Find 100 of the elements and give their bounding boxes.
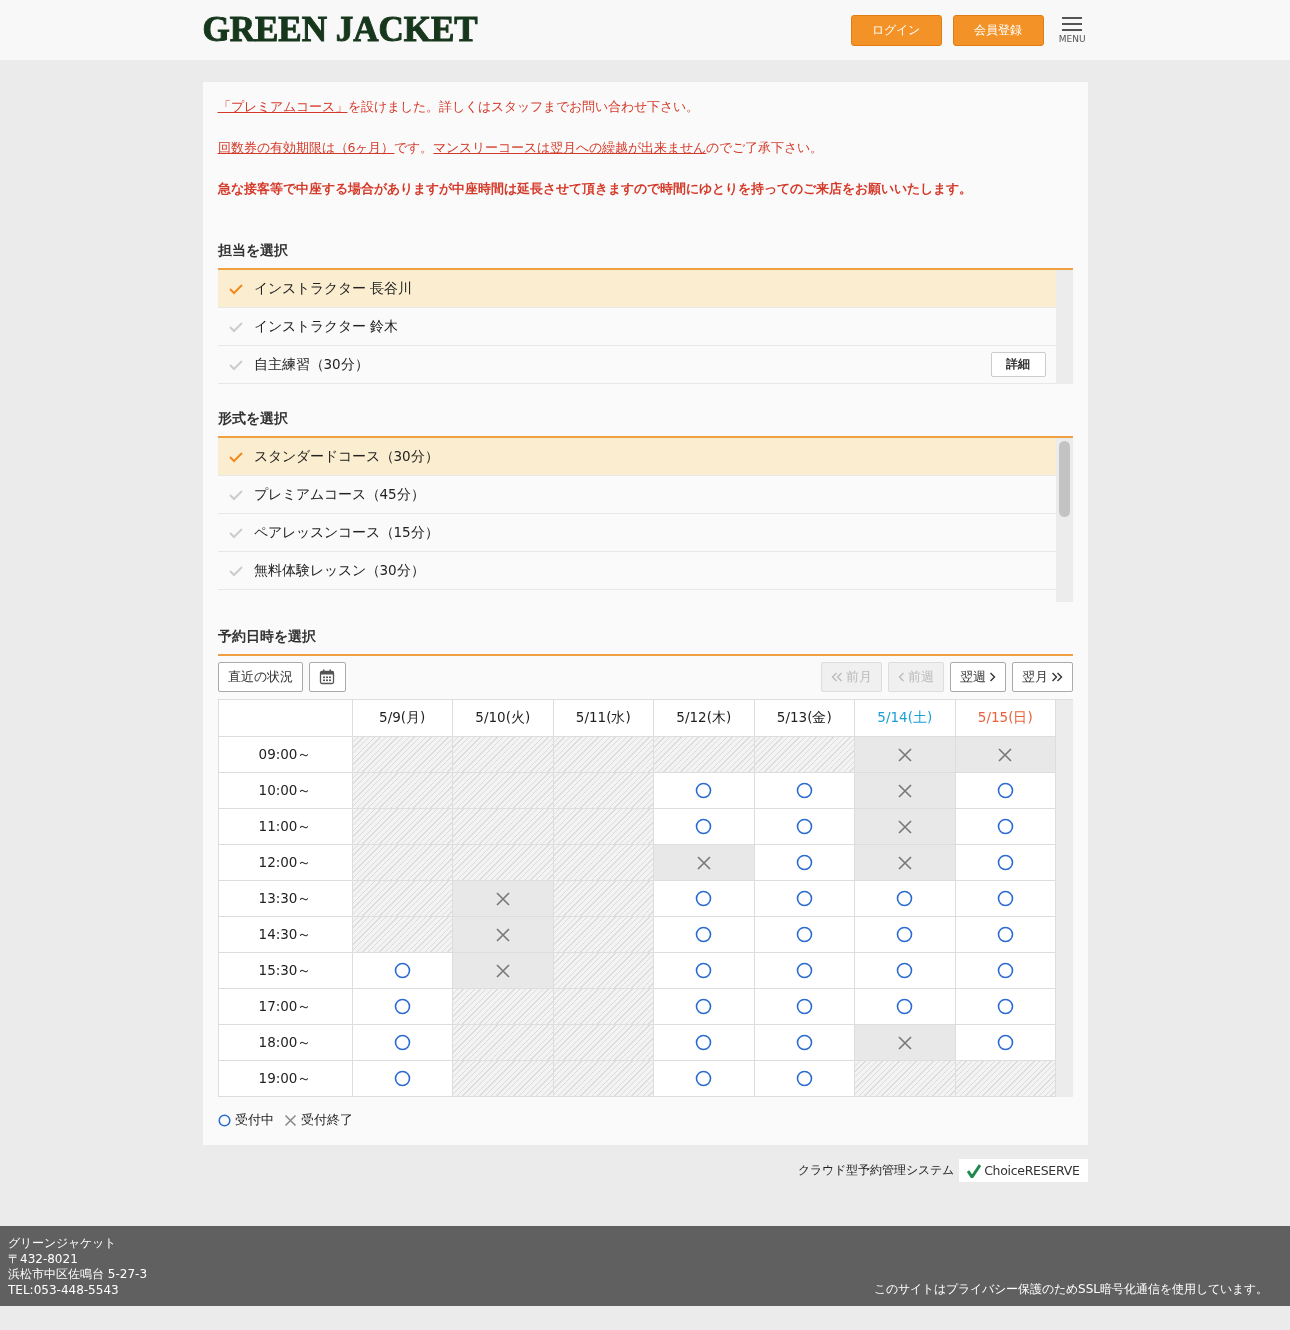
staff-option[interactable]: 自主練習（30分） 詳細 [217, 346, 1056, 384]
course-option[interactable]: 無料体験レッスン（30分） [217, 552, 1056, 590]
available-slot[interactable] [754, 953, 855, 989]
circle-icon [695, 962, 713, 979]
available-slot[interactable] [352, 1061, 453, 1097]
cross-icon [997, 746, 1014, 763]
available-slot[interactable] [955, 989, 1056, 1025]
available-slot[interactable] [955, 773, 1056, 809]
scrollbar[interactable] [1055, 270, 1073, 384]
available-slot[interactable] [855, 953, 956, 989]
available-slot[interactable] [654, 881, 755, 917]
available-slot[interactable] [955, 809, 1056, 845]
circle-icon [795, 926, 813, 943]
notice-link[interactable]: 「プレミアムコース」 [217, 99, 348, 114]
day-header: 5/11(水) [553, 700, 654, 737]
check-icon [227, 320, 244, 333]
available-slot[interactable] [654, 953, 755, 989]
chevron-right-icon [1050, 672, 1063, 682]
notice-link[interactable]: 回数券の有効期限は（6ヶ月） [217, 140, 395, 155]
available-slot[interactable] [654, 917, 755, 953]
detail-button[interactable]: 詳細 [990, 352, 1046, 377]
address-line: グリーンジャケット [8, 1236, 117, 1252]
time-cell: 12:00～ [218, 845, 353, 881]
circle-icon [795, 998, 813, 1015]
available-slot[interactable] [754, 773, 855, 809]
course-option[interactable]: スタンダードコース（30分） [217, 438, 1056, 476]
available-slot[interactable] [654, 809, 755, 845]
available-slot[interactable] [855, 989, 956, 1025]
available-slot[interactable] [754, 1061, 855, 1097]
address-line: 〒432-8021 [8, 1251, 79, 1267]
powered-label: クラウド型予約管理システム [798, 1162, 955, 1179]
check-icon [227, 450, 244, 463]
available-slot[interactable] [955, 881, 1056, 917]
available-slot[interactable] [955, 917, 1056, 953]
circle-icon [896, 926, 914, 943]
available-slot[interactable] [754, 845, 855, 881]
notice-text: 「プレミアムコース」を設けました。詳しくはスタッフまでお問い合わせ下さい。 [217, 98, 700, 116]
menu-button[interactable]: MENU [1054, 16, 1088, 44]
available-slot[interactable] [955, 845, 1056, 881]
notice-link[interactable]: マンスリーコースは翌月への繰越が出来ません [433, 140, 707, 155]
cross-icon [283, 1113, 297, 1127]
available-slot[interactable] [654, 1025, 755, 1061]
address-line: 浜松市中区佐鳴台 5-27-3 [8, 1267, 147, 1283]
brand-logo[interactable]: ChoiceRESERVE [959, 1159, 1088, 1182]
circle-icon [795, 782, 813, 799]
time-cell: 15:30～ [218, 953, 353, 989]
available-slot[interactable] [754, 881, 855, 917]
day-header: 5/10(火) [453, 700, 554, 737]
course-option[interactable]: プレミアムコース（45分） [217, 476, 1056, 514]
available-slot[interactable] [754, 989, 855, 1025]
day-header: 5/15(日) [955, 700, 1056, 737]
circle-icon [695, 782, 713, 799]
circle-icon [795, 818, 813, 835]
available-slot[interactable] [754, 1025, 855, 1061]
circle-icon [996, 818, 1014, 835]
available-slot[interactable] [352, 953, 453, 989]
circle-icon [393, 1070, 411, 1087]
circle-icon [393, 1034, 411, 1051]
circle-icon [695, 1034, 713, 1051]
recent-button[interactable]: 直近の状況 [217, 662, 303, 692]
nav-button[interactable]: 翌月 [1011, 662, 1073, 692]
circle-icon [393, 962, 411, 979]
logo[interactable]: GREEN JACKET [202, 10, 478, 50]
legend-label: 受付終了 [300, 1111, 353, 1129]
circle-icon [996, 854, 1014, 871]
circle-icon [996, 782, 1014, 799]
circle-icon [996, 998, 1014, 1015]
scrollbar[interactable] [1055, 438, 1073, 602]
available-slot[interactable] [654, 1061, 755, 1097]
nav-button[interactable]: 翌週 [949, 662, 1006, 692]
section-title: 予約日時を選択 [217, 628, 1073, 656]
course-option[interactable]: ペアレッスンコース（15分） [217, 514, 1056, 552]
menu-icon [1062, 16, 1083, 32]
staff-option[interactable]: インストラクター 長谷川 [217, 270, 1056, 308]
available-slot[interactable] [352, 1025, 453, 1061]
available-slot[interactable] [352, 989, 453, 1025]
calendar-button[interactable] [308, 662, 346, 692]
time-cell: 18:00～ [218, 1025, 353, 1061]
available-slot[interactable] [955, 1025, 1056, 1061]
circle-icon [695, 1070, 713, 1087]
staff-option[interactable]: インストラクター 鈴木 [217, 308, 1056, 346]
circle-icon [896, 998, 914, 1015]
check-icon [227, 564, 244, 577]
available-slot[interactable] [855, 881, 956, 917]
scrollbar[interactable] [1056, 700, 1073, 1097]
available-slot[interactable] [654, 773, 755, 809]
check-icon [227, 526, 244, 539]
cross-icon [494, 926, 511, 943]
available-slot[interactable] [955, 953, 1056, 989]
available-slot[interactable] [654, 989, 755, 1025]
available-slot[interactable] [754, 917, 855, 953]
check-icon [227, 488, 244, 501]
circle-icon [695, 926, 713, 943]
available-slot[interactable] [855, 917, 956, 953]
time-cell: 14:30～ [218, 917, 353, 953]
circle-icon [393, 998, 411, 1015]
circle-icon [695, 818, 713, 835]
cross-icon [695, 854, 712, 871]
cross-icon [896, 818, 913, 835]
available-slot[interactable] [754, 809, 855, 845]
